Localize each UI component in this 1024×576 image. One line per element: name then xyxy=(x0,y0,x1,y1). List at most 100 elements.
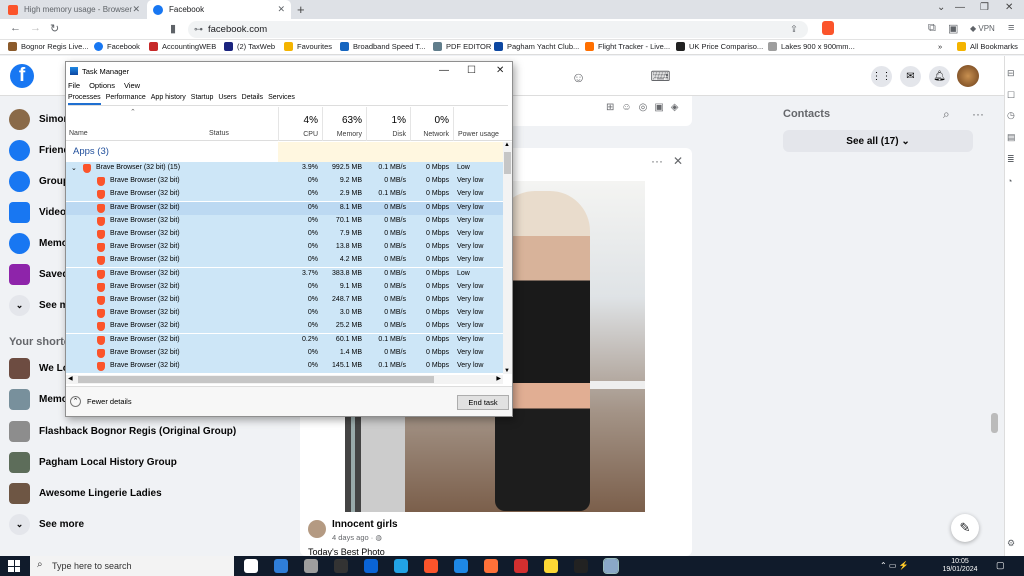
tab-search-icon[interactable]: ⌄ xyxy=(937,2,945,13)
shortcut-item[interactable]: We Lo xyxy=(9,358,69,379)
minimize-window-button[interactable]: — xyxy=(955,2,965,13)
bookmark-item[interactable]: AccountingWEB xyxy=(149,42,216,51)
address-bar[interactable]: ⊶ facebook.com ⇪ xyxy=(188,21,808,38)
process-row[interactable]: Brave Browser (32 bit) 3.7% 383.8 MB 0 MB/s… xyxy=(66,267,503,281)
notifications-icon[interactable]: 🔔︎ xyxy=(929,66,950,87)
process-row[interactable]: Brave Browser (32 bit) 0% 3.0 MB 0 MB/s 0 Mb… xyxy=(66,307,503,321)
bookmark-item[interactable]: Flight Tracker - Live... xyxy=(585,42,670,51)
scroll-up-icon[interactable]: ▲ xyxy=(504,142,510,148)
tab-facebook[interactable]: Facebook ✕ xyxy=(147,0,291,19)
tab-details[interactable]: Details xyxy=(242,94,263,105)
process-row[interactable]: Brave Browser (32 bit) 0% 2.9 MB 0.1 MB/s 0 … xyxy=(66,188,503,202)
sidebar-list-icon[interactable]: ≣ xyxy=(1007,154,1015,165)
smiley-taskbar-icon[interactable] xyxy=(544,559,558,573)
sidebar-reading-icon[interactable]: ⊟ xyxy=(1007,68,1015,79)
scroll-left-icon[interactable]: ◀ xyxy=(68,375,73,382)
tab-processes[interactable]: Processes xyxy=(68,94,101,105)
shortcut-item[interactable]: Flashback Bognor Regis (Original Group) xyxy=(9,421,236,442)
tab-performance[interactable]: Performance xyxy=(106,94,146,105)
process-row[interactable]: Brave Browser (32 bit) 0% 25.2 MB 0 MB/s 0 M… xyxy=(66,320,503,334)
shortcut-item[interactable]: Memo xyxy=(9,389,68,410)
new-tab-button[interactable]: + xyxy=(297,2,305,17)
search-icon[interactable]: ⌕ xyxy=(943,107,950,122)
close-tab-icon[interactable]: ✕ xyxy=(277,4,285,15)
bookmark-item[interactable]: Pagham Yacht Club... xyxy=(494,42,579,51)
firefox-taskbar-icon[interactable] xyxy=(484,559,498,573)
shortcuts-see-more[interactable]: ⌄ See more xyxy=(9,514,84,535)
task-manager-taskbar-icon[interactable] xyxy=(603,558,619,574)
share-icon[interactable]: ⇪ xyxy=(790,21,798,38)
tab-browser-support[interactable]: High memory usage - Browser Suppo ✕ xyxy=(2,0,146,19)
menu-options[interactable]: Options xyxy=(89,81,115,90)
process-row[interactable]: Brave Browser (32 bit) 0% 8.1 MB 0 MB/s 0 Mb… xyxy=(66,201,503,215)
shortcut-item[interactable]: Pagham Local History Group xyxy=(9,452,177,473)
taskbar-clock[interactable]: 10:05 19/01/2024 xyxy=(940,558,980,574)
bookmark-item[interactable]: UK Price Compariso... xyxy=(676,42,763,51)
group-row-apps[interactable]: Apps (3) xyxy=(66,142,503,162)
acrobat-taskbar-icon[interactable] xyxy=(514,559,528,573)
end-task-button[interactable]: End task xyxy=(457,395,509,410)
menu-icon[interactable]: ≡ xyxy=(1008,22,1014,34)
process-row[interactable]: Brave Browser (32 bit) 0% 7.9 MB 0 MB/s 0 Mb… xyxy=(66,228,503,241)
see-all-contacts-button[interactable]: See all (17) ⌄ xyxy=(783,130,973,152)
messenger-icon[interactable]: ✉ xyxy=(900,66,921,87)
column-name[interactable]: Name xyxy=(69,130,88,137)
column-network[interactable]: 0% Network xyxy=(410,107,453,141)
column-power-usage[interactable]: Power usage xyxy=(453,107,503,141)
extensions-icon[interactable]: ⧉ xyxy=(928,22,936,35)
fewer-details-button[interactable]: ⌃ Fewer details xyxy=(70,396,132,407)
nav-saved[interactable]: Saved xyxy=(9,264,68,285)
bookmark-item[interactable]: Lakes 900 x 900mm... xyxy=(768,42,855,51)
vertical-scroll-thumb[interactable] xyxy=(504,152,511,174)
hide-post-icon[interactable]: ✕ xyxy=(673,154,683,168)
sidebar-bookmarks-icon[interactable]: ☐ xyxy=(1007,90,1015,101)
sidebar-wallet-icon[interactable]: ▤ xyxy=(1007,132,1016,143)
new-message-button[interactable]: ✎ xyxy=(951,514,979,542)
horizontal-scroll-thumb[interactable] xyxy=(78,376,434,383)
site-info-icon[interactable]: ⊶ xyxy=(194,21,203,38)
forward-icon[interactable]: → xyxy=(30,22,41,34)
process-row[interactable]: Brave Browser (32 bit) 0.2% 60.1 MB 0.1 MB/… xyxy=(66,333,503,347)
column-memory[interactable]: 63% Memory xyxy=(322,107,366,141)
menu-view[interactable]: View xyxy=(124,81,140,90)
nav-profile[interactable]: Simon xyxy=(9,109,70,130)
bookmark-item[interactable]: Facebook xyxy=(94,42,140,51)
expand-chevron-icon[interactable]: ⌄ xyxy=(71,164,77,172)
process-row[interactable]: Brave Browser (32 bit) 0% 248.7 MB 0 MB/s 0 … xyxy=(66,294,503,307)
vpn-button[interactable]: ◆ VPN xyxy=(970,24,995,33)
close-window-button[interactable]: ✕ xyxy=(1005,2,1013,13)
notifications-center-icon[interactable]: ▢ xyxy=(996,560,1005,571)
close-tab-icon[interactable]: ✕ xyxy=(132,4,140,15)
outlook-taskbar-icon[interactable] xyxy=(364,559,378,573)
task-manager-titlebar[interactable]: Task Manager — ☐ ✕ xyxy=(66,62,512,80)
menu-file[interactable]: File xyxy=(68,81,80,90)
account-avatar[interactable] xyxy=(957,65,979,87)
vertical-scrollbar[interactable]: ▲ ▼ xyxy=(503,142,512,374)
process-row[interactable]: Brave Browser (32 bit) 0% 145.1 MB 0.1 MB/s… xyxy=(66,360,503,373)
shortcut-item[interactable]: Awesome Lingerie Ladies xyxy=(9,483,162,504)
sidebar-chat-icon[interactable]: ◔ xyxy=(1007,176,1012,186)
brave-shields-icon[interactable] xyxy=(822,21,834,35)
process-row[interactable]: Brave Browser (32 bit) 0% 70.1 MB 0 MB/s 0 M… xyxy=(66,214,503,228)
taskbar-search-box[interactable]: ⌕ Type here to search xyxy=(30,556,234,576)
horizontal-scrollbar[interactable]: ◀ ▶ xyxy=(66,375,503,384)
more-options-icon[interactable]: ··· xyxy=(972,107,984,121)
bookmark-item[interactable]: Favourites xyxy=(284,42,332,51)
sidebar-history-icon[interactable]: ◷ xyxy=(1007,110,1015,121)
column-disk[interactable]: 1% Disk xyxy=(366,107,410,141)
tab-users[interactable]: Users xyxy=(218,94,236,105)
more-bookmarks-button[interactable]: » xyxy=(938,42,942,51)
system-tray-icons[interactable]: ⌃ ▭ ⚡ xyxy=(880,561,909,570)
tm-close-button[interactable]: ✕ xyxy=(496,65,504,76)
sidebar-toggle-icon[interactable]: ▣ xyxy=(948,22,958,35)
mail-taskbar-icon[interactable] xyxy=(274,559,288,573)
bookmark-item[interactable]: Broadband Speed T... xyxy=(340,42,425,51)
post-timestamp[interactable]: 4 days ago · ◍ xyxy=(332,533,382,542)
brave-taskbar-icon[interactable] xyxy=(424,559,438,573)
bookmark-item[interactable]: (2) TaxWeb xyxy=(224,42,275,51)
compose-option-icons[interactable]: ⊞☺◎▣◈ xyxy=(606,102,685,113)
bookmark-icon[interactable]: ▮ xyxy=(170,22,176,35)
page-scrollbar[interactable] xyxy=(991,413,998,433)
bookmark-item[interactable]: Bognor Regis Live... xyxy=(8,42,89,51)
tab-services[interactable]: Services xyxy=(268,94,295,105)
